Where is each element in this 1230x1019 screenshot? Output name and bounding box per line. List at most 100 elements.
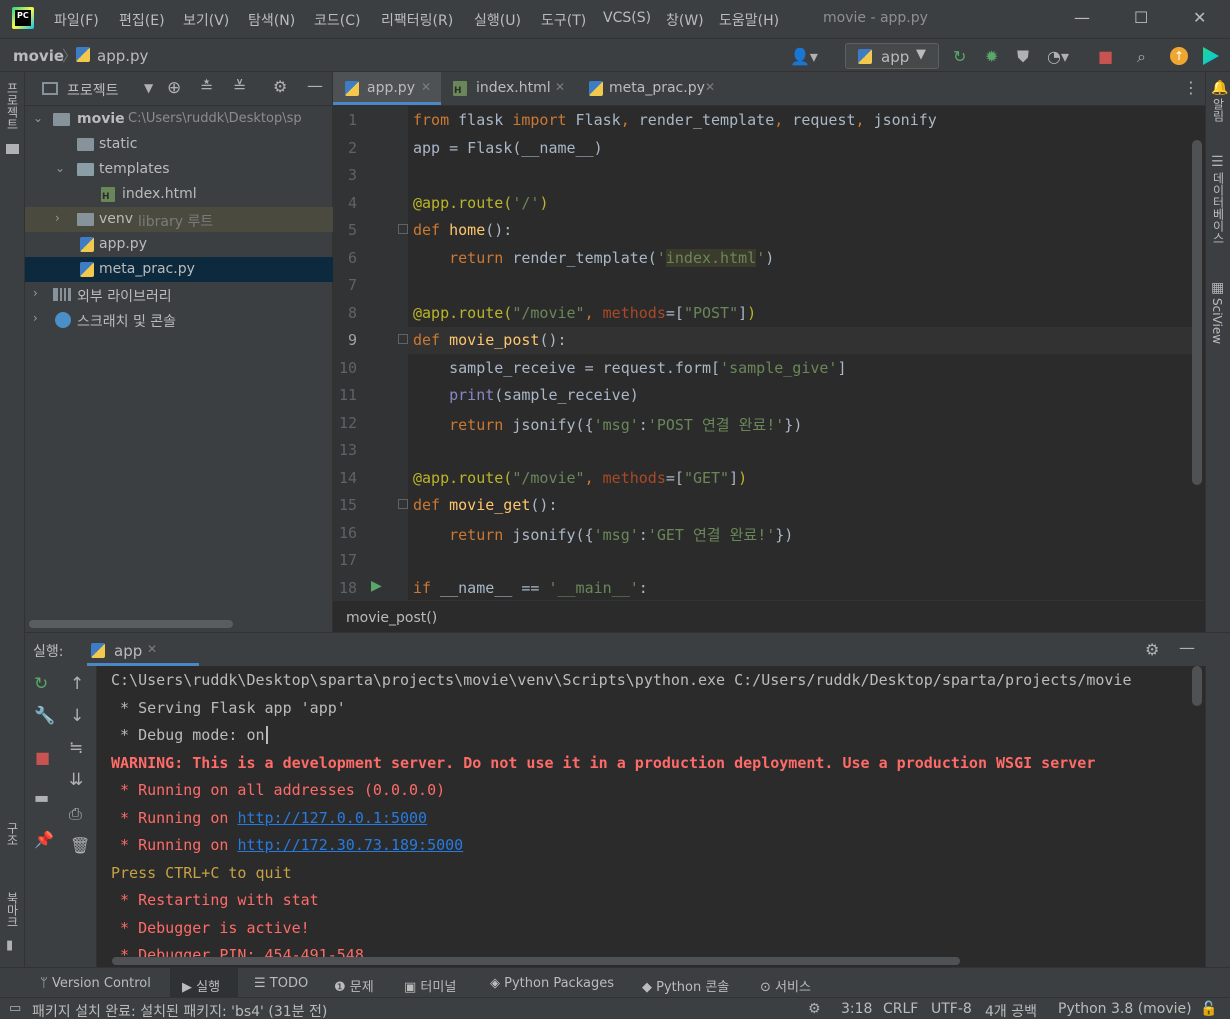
project-tool-button[interactable]: 프로젝트 (4, 82, 21, 130)
hide-icon[interactable]: — (307, 76, 323, 95)
tool-version-control[interactable]: ᛘ Version Control (40, 976, 151, 991)
tool-todo[interactable]: ☰ TODO (254, 976, 308, 991)
code-editor[interactable]: from flask import Flask, render_template… (408, 106, 1196, 600)
python-interpreter[interactable]: Python 3.8 (movie) (1058, 1001, 1192, 1017)
close-tab-icon[interactable]: ✕ (421, 80, 431, 94)
arrow-down-icon[interactable]: ↓ (70, 706, 84, 726)
locate-icon[interactable]: ⊕ (167, 78, 181, 98)
trash-icon[interactable]: 🗑 (70, 836, 90, 855)
gear-icon[interactable]: ⚙ (1145, 640, 1159, 659)
debug-icon[interactable]: ✹ (985, 47, 998, 66)
tree-item-meta-prac-py[interactable]: meta_prac.py (25, 257, 333, 282)
menu-file[interactable]: 파일(F) (54, 10, 99, 30)
tree-item-app-py[interactable]: app.py (25, 232, 333, 257)
network-link[interactable]: http://172.30.73.189:5000 (237, 836, 463, 854)
file-encoding[interactable]: UTF-8 (931, 1001, 972, 1017)
tree-item-scratches[interactable]: › 스크래치 및 콘솔 (25, 307, 333, 332)
editor-scrollbar[interactable] (1192, 140, 1202, 485)
tab-meta-prac-py[interactable]: meta_prac.py ✕ (577, 72, 717, 105)
close-icon[interactable]: ✕ (1193, 8, 1206, 27)
tree-item-static[interactable]: static (25, 132, 333, 157)
run-line-icon[interactable]: ▶ (371, 578, 382, 594)
minimize-icon[interactable]: — (1074, 8, 1090, 27)
sciview-tool-button[interactable]: SciView (1210, 298, 1224, 344)
tree-item-templates[interactable]: ⌄ templates (25, 157, 333, 182)
jetbrains-icon[interactable] (1203, 47, 1219, 65)
arrow-up-icon[interactable]: ↑ (70, 674, 84, 694)
collapse-all-icon[interactable]: ≚ (233, 77, 246, 96)
search-icon[interactable]: ⌕ (1137, 47, 1146, 67)
gear-icon[interactable]: ⚙ (273, 77, 287, 96)
database-tool-button[interactable]: 데이터베이스 (1210, 172, 1227, 244)
menu-window[interactable]: 창(W) (666, 10, 704, 30)
rerun-icon[interactable]: ↻ (34, 674, 48, 694)
structure-tool-button[interactable]: 구조 (4, 822, 21, 846)
run-tab-app[interactable]: app ✕ (87, 633, 199, 667)
tool-python-console[interactable]: ◆ Python 콘솔 (642, 976, 729, 995)
console-vertical-scrollbar[interactable] (1192, 666, 1202, 706)
tool-run[interactable]: ▶ 실행 (182, 976, 220, 995)
stop-icon[interactable]: ■ (1098, 47, 1113, 66)
menu-run[interactable]: 실행(U) (474, 10, 521, 30)
status-message[interactable]: 패키지 설치 완료: 설치된 패키지: 'bs4' (31분 전) (32, 1001, 327, 1019)
close-tab-icon[interactable]: ✕ (555, 80, 565, 94)
menu-vcs[interactable]: VCS(S) (603, 10, 651, 26)
profile-icon[interactable]: ◔▾ (1047, 47, 1069, 66)
tab-app-py[interactable]: app.py ✕ (333, 72, 441, 105)
close-tab-icon[interactable]: ✕ (705, 80, 715, 94)
tree-item-index-html[interactable]: index.html (25, 182, 333, 207)
menu-code[interactable]: 코드(C) (314, 10, 360, 30)
tool-terminal[interactable]: ▣ 터미널 (404, 976, 456, 995)
project-panel-title[interactable]: 프로젝트 (67, 80, 119, 100)
soft-wrap-icon[interactable]: ≒ (69, 738, 83, 758)
bookmarks-tool-button[interactable]: 북마크 (4, 892, 21, 928)
menu-view[interactable]: 보기(V) (183, 10, 229, 30)
tool-python-packages[interactable]: ◈ Python Packages (490, 976, 614, 991)
chevron-down-icon[interactable]: ▼ (144, 81, 153, 95)
console-horizontal-scrollbar[interactable] (112, 957, 960, 965)
fold-icon[interactable] (398, 224, 408, 234)
run-console[interactable]: C:\Users\ruddk\Desktop\sparta\projects\m… (97, 666, 1205, 967)
rerun-icon[interactable]: ↻ (953, 47, 966, 66)
tab-index-html[interactable]: index.html ✕ (443, 72, 571, 105)
fold-icon[interactable] (398, 334, 408, 344)
lock-icon[interactable]: 🔓 (1200, 1001, 1217, 1017)
tree-item-external-libraries[interactable]: › 외부 라이브러리 (25, 282, 333, 307)
print-icon[interactable]: ⎙ (69, 804, 82, 824)
expand-all-icon[interactable]: ≛ (200, 77, 213, 96)
notifications-tool-button[interactable]: 알림 (1210, 98, 1227, 122)
tool-services[interactable]: ⊙ 서비스 (760, 976, 811, 995)
coverage-icon[interactable]: ⛊ (1017, 47, 1029, 67)
indent-setting[interactable]: 4개 공백 (985, 1001, 1037, 1019)
menu-tools[interactable]: 도구(T) (541, 10, 586, 30)
pin-icon[interactable]: 📌 (34, 830, 54, 849)
update-icon[interactable]: ↑ (1170, 47, 1188, 65)
more-icon[interactable]: ⋮ (1183, 78, 1199, 97)
horizontal-scrollbar[interactable] (29, 620, 233, 628)
close-tab-icon[interactable]: ✕ (147, 642, 157, 656)
tool-problems[interactable]: ❶ 문제 (334, 976, 374, 995)
layout-icon[interactable]: ▬ (34, 788, 49, 807)
line-separator[interactable]: CRLF (883, 1001, 918, 1017)
breadcrumb-file[interactable]: app.py (97, 47, 148, 65)
wrench-icon[interactable]: 🔧 (34, 706, 55, 726)
caret-position[interactable]: 3:18 (841, 1001, 872, 1017)
stop-icon[interactable]: ■ (35, 748, 50, 767)
menu-refactor[interactable]: 리팩터링(R) (381, 10, 453, 30)
scroll-to-end-icon[interactable]: ⇊ (69, 770, 83, 790)
localhost-link[interactable]: http://127.0.0.1:5000 (237, 809, 427, 827)
background-tasks-icon[interactable]: ⚙ (808, 1001, 821, 1017)
user-icon[interactable]: 👤▾ (790, 47, 818, 66)
tab-label: app.py (367, 80, 415, 96)
breadcrumb-function[interactable]: movie_post() (346, 610, 437, 626)
fold-icon[interactable] (398, 499, 408, 509)
tree-item-movie[interactable]: ⌄ movie C:\Users\ruddk\Desktop\sp (25, 107, 333, 132)
maximize-icon[interactable]: ☐ (1134, 8, 1148, 27)
menu-help[interactable]: 도움말(H) (719, 10, 779, 30)
breadcrumb-project[interactable]: movie (13, 47, 64, 65)
menu-edit[interactable]: 편집(E) (119, 10, 165, 30)
tree-item-venv[interactable]: › venv library 루트 (25, 207, 333, 232)
run-config-selector[interactable]: app ▼ (845, 43, 939, 69)
hide-icon[interactable]: — (1179, 638, 1195, 657)
menu-navigate[interactable]: 탐색(N) (248, 10, 295, 30)
